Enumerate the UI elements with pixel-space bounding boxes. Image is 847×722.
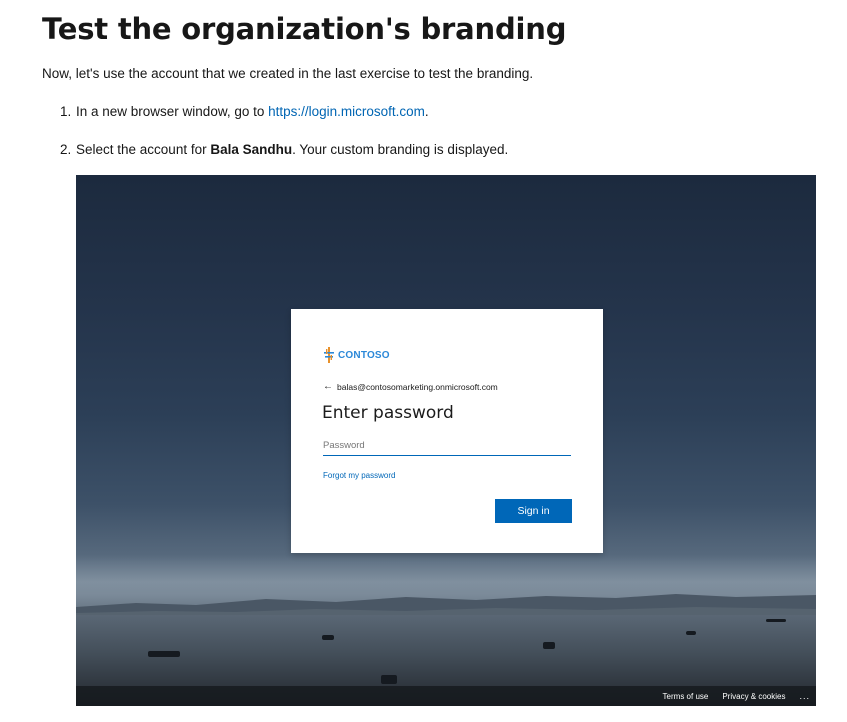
brand-name: CONTOSO <box>338 349 390 361</box>
ship <box>766 619 786 622</box>
step-text-end: . Your custom branding is displayed. <box>292 142 509 157</box>
step-1: 1. In a new browser window, go to https:/… <box>60 104 429 119</box>
step-number: 1. <box>60 104 72 119</box>
page-title: Test the organization's branding <box>42 12 567 46</box>
step-text: In a new browser window, go to <box>76 104 269 119</box>
ship <box>381 675 397 684</box>
signin-button[interactable]: Sign in <box>495 499 572 523</box>
terms-link[interactable]: Terms of use <box>663 692 709 701</box>
sea <box>76 615 816 686</box>
signin-card: CONTOSO ← balas@contosomarketing.onmicro… <box>291 309 603 553</box>
signin-title: Enter password <box>322 403 454 423</box>
step-number: 2. <box>60 142 72 157</box>
back-arrow-icon[interactable]: ← <box>323 381 333 392</box>
identity-banner: ← balas@contosomarketing.onmicrosoft.com <box>323 381 498 392</box>
signin-footer: Terms of use Privacy & cookies ... <box>76 686 816 706</box>
step-2: 2. Select the account for Bala Sandhu. Yo… <box>60 142 508 157</box>
signin-page-screenshot: CONTOSO ← balas@contosomarketing.onmicro… <box>76 175 816 706</box>
more-options-icon[interactable]: ... <box>799 691 810 701</box>
ship <box>686 631 696 635</box>
account-email: balas@contosomarketing.onmicrosoft.com <box>337 381 498 392</box>
step-text: Select the account for <box>76 142 211 157</box>
ship <box>322 635 334 640</box>
intro-text: Now, let's use the account that we creat… <box>42 66 534 81</box>
forgot-password-link[interactable]: Forgot my password <box>323 471 395 480</box>
account-name: Bala Sandhu <box>210 142 293 157</box>
login-url-link[interactable]: https://login.microsoft.com <box>268 104 425 119</box>
ship <box>543 642 555 649</box>
ship <box>148 651 180 657</box>
privacy-link[interactable]: Privacy & cookies <box>722 692 785 701</box>
brand: CONTOSO <box>323 346 390 364</box>
contoso-logo-icon <box>324 347 334 363</box>
step-text-end: . <box>424 104 429 119</box>
password-input[interactable] <box>323 435 571 456</box>
